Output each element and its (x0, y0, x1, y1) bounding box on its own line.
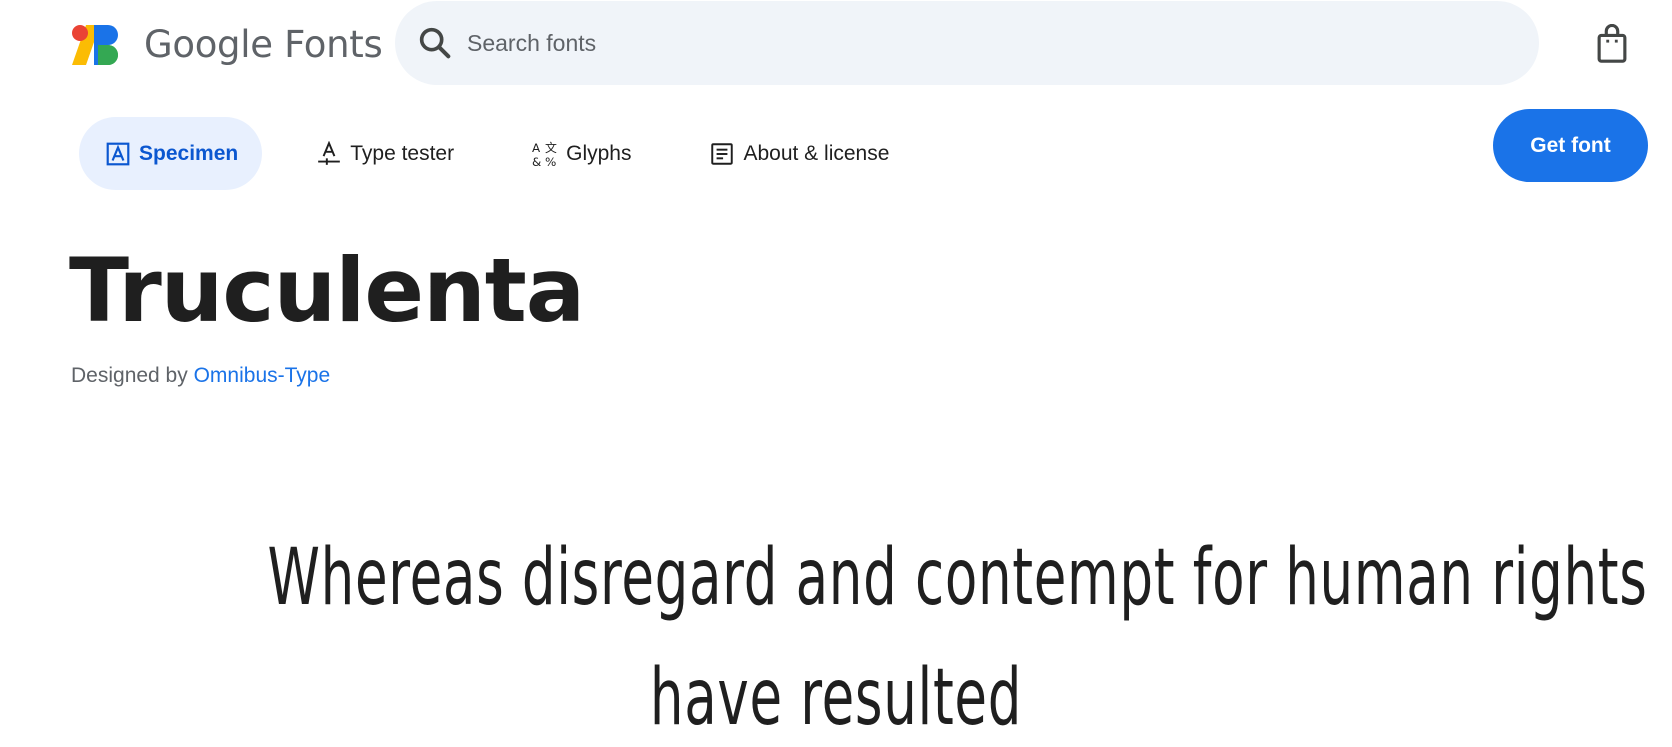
logo-text: Google Fonts (144, 23, 383, 66)
font-page-tabs: Specimen Type tester A 文 & % Glyphs Abou… (79, 117, 943, 190)
google-fonts-logo-icon (72, 24, 118, 65)
svg-text:%: % (545, 154, 556, 166)
tab-label: Type tester (350, 141, 455, 165)
tab-glyphs[interactable]: A 文 & % Glyphs (508, 117, 655, 190)
tab-label: Glyphs (566, 141, 632, 165)
tab-label: About & license (743, 141, 890, 165)
shopping-bag-icon[interactable] (1594, 24, 1630, 64)
designer-line: Designed by Omnibus-Type (71, 364, 330, 388)
preview-text-line-2: have resulted (649, 653, 1023, 743)
tab-label: Specimen (139, 141, 239, 165)
font-name-title: Truculenta (69, 239, 585, 342)
svg-text:&: & (532, 154, 541, 166)
tab-type-tester[interactable]: Type tester (292, 117, 478, 190)
google-fonts-logo[interactable]: Google Fonts (72, 23, 383, 66)
preview-text-line-1: Whereas disregard and contempt for human… (267, 533, 1648, 623)
svg-text:A: A (532, 141, 541, 155)
designer-link[interactable]: Omnibus-Type (194, 364, 331, 387)
specimen-preview: Whereas disregard and contempt for human… (0, 518, 1672, 747)
search-icon[interactable] (415, 23, 455, 63)
search-bar[interactable] (395, 1, 1539, 85)
designed-by-label: Designed by (71, 364, 188, 387)
tab-specimen[interactable]: Specimen (79, 117, 263, 190)
svg-text:文: 文 (545, 141, 557, 155)
search-input[interactable] (467, 19, 1507, 67)
tab-about-license[interactable]: About & license (685, 117, 913, 190)
top-bar: Google Fonts (0, 0, 1672, 92)
type-tester-icon (318, 140, 341, 165)
specimen-icon (106, 142, 130, 165)
get-font-button[interactable]: Get font (1493, 109, 1648, 182)
article-icon (711, 142, 734, 165)
glyphs-icon: A 文 & % (532, 141, 557, 167)
